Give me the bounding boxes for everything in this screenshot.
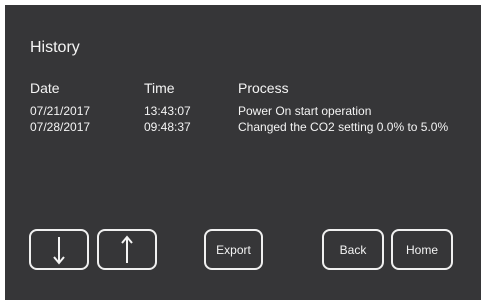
back-button-label: Back <box>339 242 367 257</box>
column-header-date: Date <box>30 80 60 96</box>
export-button-label: Export <box>216 242 251 257</box>
arrow-down-icon <box>53 236 65 265</box>
column-header-process: Process <box>238 80 289 96</box>
arrow-up-icon <box>121 234 133 263</box>
back-button[interactable]: Back <box>322 229 384 270</box>
history-row-process: Power On start operation <box>238 104 372 118</box>
history-row-date: 07/28/2017 <box>30 120 91 134</box>
history-row-date: 07/21/2017 <box>30 104 91 118</box>
column-header-time: Time <box>144 80 175 96</box>
page-title: History <box>30 39 80 56</box>
history-screen: History Date Time Process 07/21/2017 13:… <box>5 5 481 300</box>
history-row-time: 09:48:37 <box>144 120 191 134</box>
home-button[interactable]: Home <box>391 229 453 270</box>
history-row-process: Changed the CO2 setting 0.0% to 5.0% <box>238 120 449 134</box>
export-button[interactable]: Export <box>204 229 263 270</box>
history-row-time: 13:43:07 <box>144 104 191 118</box>
scroll-down-button[interactable] <box>29 229 89 270</box>
home-button-label: Home <box>405 242 438 257</box>
scroll-up-button[interactable] <box>97 229 157 270</box>
